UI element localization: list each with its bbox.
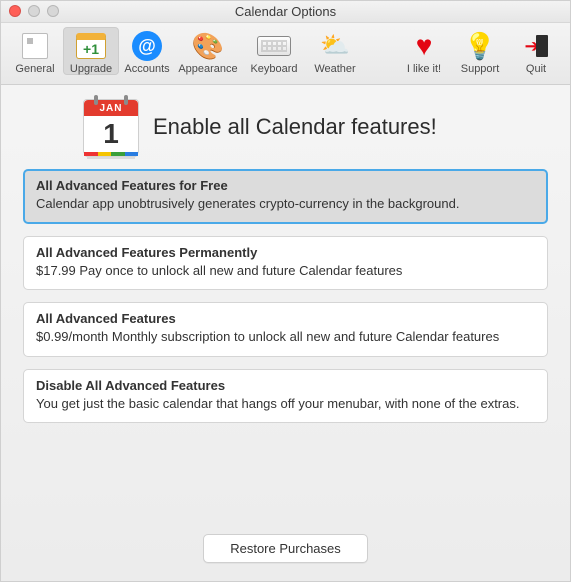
- option-title: All Advanced Features: [36, 311, 535, 326]
- toolbar-label: I like it!: [407, 63, 441, 75]
- calendar-icon-month: JAN: [84, 100, 138, 116]
- minimize-window-button[interactable]: [28, 5, 40, 17]
- toolbar-item-weather[interactable]: ⛅ Weather: [307, 27, 363, 75]
- option-monthly[interactable]: All Advanced Features $0.99/month Monthl…: [23, 302, 548, 357]
- restore-purchases-button[interactable]: Restore Purchases: [203, 534, 368, 563]
- toolbar-item-keyboard[interactable]: Keyboard: [241, 27, 307, 75]
- general-icon: [22, 33, 48, 59]
- hero: JAN 1 Enable all Calendar features!: [83, 99, 548, 155]
- keyboard-icon: [257, 36, 291, 56]
- toolbar-item-likeit[interactable]: ♥ I like it!: [396, 27, 452, 75]
- content: JAN 1 Enable all Calendar features! All …: [1, 85, 570, 433]
- heart-icon: ♥: [416, 32, 433, 60]
- option-disable[interactable]: Disable All Advanced Features You get ju…: [23, 369, 548, 424]
- option-desc: $17.99 Pay once to unlock all new and fu…: [36, 262, 535, 280]
- toolbar-label: Weather: [314, 63, 355, 75]
- option-free-mining[interactable]: All Advanced Features for Free Calendar …: [23, 169, 548, 224]
- options-window: Calendar Options General +1 Upgrade @ Ac…: [0, 0, 571, 582]
- option-title: Disable All Advanced Features: [36, 378, 535, 393]
- palette-icon: 🎨: [192, 33, 224, 59]
- close-window-button[interactable]: [9, 5, 21, 17]
- zoom-window-button[interactable]: [47, 5, 59, 17]
- accounts-icon: @: [132, 31, 162, 61]
- toolbar: General +1 Upgrade @ Accounts 🎨 Appearan…: [1, 23, 570, 85]
- toolbar-label: Upgrade: [70, 63, 112, 75]
- weather-icon: ⛅: [320, 34, 350, 58]
- hero-title: Enable all Calendar features!: [153, 114, 437, 140]
- bottom-bar: Restore Purchases: [1, 534, 570, 563]
- toolbar-item-accounts[interactable]: @ Accounts: [119, 27, 175, 75]
- toolbar-label: Accounts: [124, 63, 169, 75]
- toolbar-label: Appearance: [178, 63, 237, 75]
- toolbar-label: Quit: [526, 63, 546, 75]
- toolbar-label: Keyboard: [250, 63, 297, 75]
- upgrade-icon: +1: [76, 33, 106, 59]
- option-permanent[interactable]: All Advanced Features Permanently $17.99…: [23, 236, 548, 291]
- toolbar-item-general[interactable]: General: [7, 27, 63, 75]
- toolbar-label: Support: [461, 63, 500, 75]
- calendar-icon: JAN 1: [83, 99, 139, 155]
- toolbar-label: General: [15, 63, 54, 75]
- toolbar-item-support[interactable]: 💡 Support: [452, 27, 508, 75]
- option-desc: Calendar app unobtrusively generates cry…: [36, 195, 535, 213]
- quit-icon: ➔: [524, 35, 547, 57]
- option-title: All Advanced Features Permanently: [36, 245, 535, 260]
- option-desc: $0.99/month Monthly subscription to unlo…: [36, 328, 535, 346]
- titlebar: Calendar Options: [1, 1, 570, 23]
- toolbar-item-appearance[interactable]: 🎨 Appearance: [175, 27, 241, 75]
- option-desc: You get just the basic calendar that han…: [36, 395, 535, 413]
- toolbar-item-upgrade[interactable]: +1 Upgrade: [63, 27, 119, 75]
- window-title: Calendar Options: [1, 1, 570, 23]
- option-title: All Advanced Features for Free: [36, 178, 535, 193]
- window-controls: [9, 5, 59, 17]
- calendar-icon-day: 1: [84, 116, 138, 152]
- upgrade-options: All Advanced Features for Free Calendar …: [23, 169, 548, 423]
- lightbulb-icon: 💡: [464, 33, 496, 59]
- toolbar-item-quit[interactable]: ➔ Quit: [508, 27, 564, 75]
